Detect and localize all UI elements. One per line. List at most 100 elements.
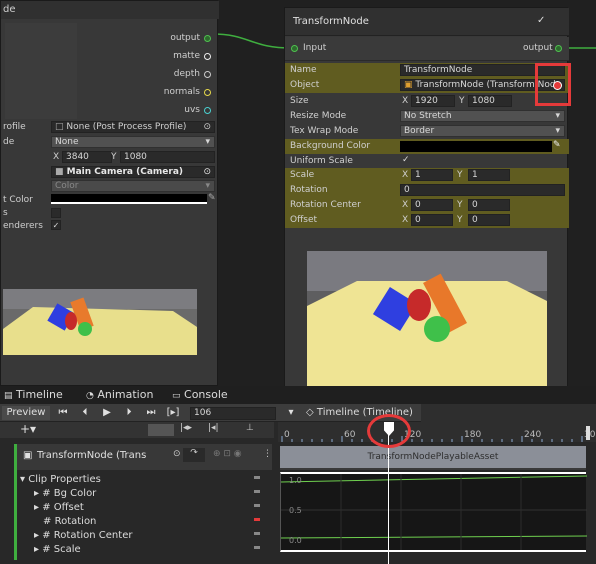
size-y-field[interactable]: 1080 (120, 151, 215, 163)
tree-label: Rotation Center (53, 530, 133, 541)
dropdown-value: No Stretch (404, 111, 452, 121)
port-uvs[interactable]: uvs (111, 101, 211, 119)
offset-x-field[interactable]: 0 (411, 214, 453, 226)
graph-view: de output matte depth normals uvs rofile… (0, 0, 596, 393)
curve-mode-icon[interactable] (148, 424, 174, 436)
transform-node-header: TransformNode ✓ (285, 8, 569, 36)
next-frame-icon[interactable]: ⏵ (120, 406, 138, 420)
toolbar-spacer (421, 404, 596, 422)
prop-row-resize-mode: Resize Mode No Stretch ▾ (285, 109, 569, 124)
port-matte[interactable]: matte (111, 47, 211, 65)
port-icon[interactable] (204, 70, 211, 78)
renderers-checkbox[interactable]: ✓ (51, 220, 61, 230)
chevron-down-icon: ▾ (205, 137, 210, 147)
prev-frame-icon[interactable]: ⏴ (76, 406, 94, 420)
resize-mode-dropdown[interactable]: No Stretch ▾ (400, 110, 565, 122)
object-picker-icon[interactable]: ⊙ (203, 122, 211, 132)
y-label: Y (111, 152, 117, 162)
post-process-profile-field[interactable]: □ None (Post Process Profile) ⊙ (51, 121, 215, 133)
goto-end-icon[interactable]: ⏭ (142, 406, 160, 420)
more-options-icon[interactable]: ⋮ (263, 449, 272, 459)
input-port-icon[interactable] (291, 45, 298, 52)
tree-offset[interactable]: ▸ # Offset (34, 502, 84, 513)
bg-color-swatch[interactable] (400, 141, 552, 152)
camera-node-title: de (3, 4, 16, 15)
rotation-center-y-field[interactable]: 0 (468, 199, 510, 211)
snap-icon[interactable]: |◂▸ (180, 423, 192, 433)
enable-check-icon[interactable]: ✓ (537, 15, 545, 26)
tree-scale[interactable]: ▸ # Scale (34, 544, 81, 555)
port-row: Input output (285, 37, 569, 61)
prop-label: Resize Mode (290, 111, 347, 121)
output-port-icon[interactable] (555, 45, 562, 52)
tree-label: Offset (53, 502, 84, 513)
curves-toggle-icon[interactable]: ↷ (183, 448, 205, 462)
curve-label: 0.0 (289, 536, 302, 545)
playable-clip[interactable]: TransformNodePlayableAsset (280, 446, 586, 470)
prop-label: enderers (3, 221, 43, 231)
eyedropper-icon[interactable]: ✎ (208, 193, 216, 203)
camera-field[interactable]: ■ Main Camera (Camera) ⊙ (51, 166, 215, 178)
camera-node[interactable]: de output matte depth normals uvs rofile… (0, 0, 219, 386)
tab-label: Animation (97, 388, 154, 401)
curve-label: 1.0 (289, 476, 302, 485)
port-icon[interactable] (204, 88, 211, 96)
ripple-icon[interactable]: |◂| (208, 423, 219, 433)
color-swatch[interactable] (51, 194, 207, 204)
dropdown-value: None (55, 137, 79, 147)
curve-editor[interactable]: 1.0 0.5 0.0 (280, 472, 587, 552)
mode-dropdown[interactable]: None ▾ (51, 136, 215, 148)
port-icon[interactable] (204, 34, 211, 42)
track-list: +▾ |◂▸ |◂| ⊥ ▣ TransformNode (Trans ⊙ ↷ … (0, 422, 274, 564)
add-track-icon[interactable]: +▾ (20, 422, 36, 436)
animation-icon: ◔ (86, 391, 94, 401)
camera-render-preview (3, 289, 197, 355)
tab-timeline[interactable]: ▤ Timeline (4, 386, 63, 404)
play-icon[interactable]: ▶ (98, 406, 116, 420)
time-ruler[interactable]: 0 60 120 180 240 30 (278, 422, 596, 442)
rotation-center-x-field[interactable]: 0 (411, 199, 453, 211)
color-dropdown[interactable]: Color ▾ (51, 180, 215, 192)
tree-bg-color[interactable]: ▸ # Bg Color (34, 488, 96, 499)
object-picker-icon[interactable]: ⊙ (173, 449, 181, 459)
size-x-field[interactable]: 1920 (411, 95, 455, 107)
scale-x-field[interactable]: 1 (411, 169, 453, 181)
scale-y-field[interactable]: 1 (468, 169, 510, 181)
pin-icon[interactable]: ⊥ (246, 423, 254, 433)
transform-node[interactable]: TransformNode ✓ Input output Name Transf… (284, 7, 569, 393)
tree-rotation[interactable]: # Rotation (43, 516, 96, 527)
port-label: output (170, 33, 200, 43)
track-header[interactable]: ▣ TransformNode (Trans ⊙ ↷ ⊕ ⊡ ◉ ⋮ (14, 444, 272, 470)
tab-label: Console (184, 388, 228, 401)
cube-icon: ◇ (306, 407, 314, 418)
preview-button[interactable]: Preview (2, 406, 50, 420)
uniform-scale-checkbox[interactable]: ✓ (402, 155, 410, 165)
tab-animation[interactable]: ◔ Animation (86, 386, 153, 404)
port-output[interactable]: output (111, 29, 211, 47)
keyframe-indicator (254, 532, 260, 535)
port-icon[interactable] (204, 52, 211, 60)
tree-clip-properties[interactable]: ▾ Clip Properties (20, 474, 101, 485)
size-y-field[interactable]: 1080 (468, 95, 512, 107)
wrap-mode-dropdown[interactable]: Border ▾ (400, 125, 565, 137)
range-icon[interactable]: [▸] (164, 406, 182, 420)
y-label: Y (457, 170, 463, 180)
port-normals[interactable]: normals (111, 83, 211, 101)
tab-console[interactable]: ▭ Console (172, 386, 228, 404)
prop-label: t Color (3, 195, 33, 205)
prop-row-offset: Offset X 0 Y 0 (285, 213, 569, 228)
tab-label: Timeline (16, 388, 63, 401)
eyedropper-icon[interactable]: ✎ (553, 140, 561, 150)
toggle-checkbox[interactable] (51, 208, 61, 218)
lock-icon[interactable]: ⊕ ⊡ ◉ (213, 449, 242, 459)
object-picker-icon[interactable]: ⊙ (203, 167, 211, 177)
goto-start-icon[interactable]: ⏮ (54, 406, 72, 420)
rotation-field[interactable]: 0 (400, 184, 565, 196)
tree-rotation-center[interactable]: ▸ # Rotation Center (34, 530, 132, 541)
chevron-down-icon[interactable]: ▾ (282, 406, 300, 420)
frame-field[interactable]: 106 (190, 407, 276, 420)
offset-y-field[interactable]: 0 (468, 214, 510, 226)
port-depth[interactable]: depth (111, 65, 211, 83)
port-icon[interactable] (204, 106, 211, 114)
size-x-field[interactable]: 3840 (62, 151, 112, 163)
